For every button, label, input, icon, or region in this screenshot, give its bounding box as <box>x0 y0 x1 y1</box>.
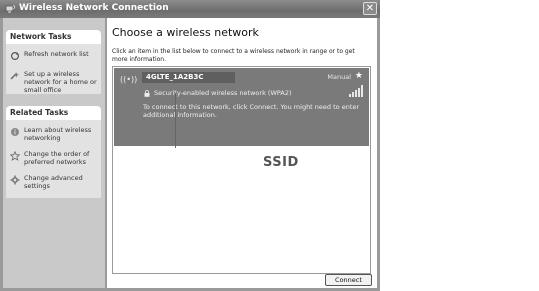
main-panel: Choose a wireless network Click an item … <box>107 18 377 288</box>
network-tasks-box: Refresh network list Set up a wireless n… <box>6 44 101 94</box>
close-button[interactable]: ✕ <box>363 2 377 15</box>
task-label: Change the order of preferred networks <box>24 150 90 166</box>
wireless-network-icon <box>5 4 15 13</box>
change-network-order-task[interactable]: Change the order of preferred networks <box>10 150 100 166</box>
network-description: To connect to this network, click Connec… <box>143 103 360 119</box>
help-icon: i <box>11 128 19 137</box>
task-label: Refresh network list <box>24 50 89 58</box>
network-item-selected[interactable]: ((•)) 4GLTE_1A2B3C Manual ★ Security-ena… <box>114 68 369 146</box>
network-ssid: 4GLTE_1A2B3C <box>146 73 204 81</box>
instructions-text: Click an item in the list below to conne… <box>112 48 355 63</box>
star-icon: ★ <box>354 71 363 81</box>
ssid-callout: SSID <box>263 155 299 170</box>
window-title: Wireless Network Connection <box>19 3 169 13</box>
setup-wireless-network-task[interactable]: Set up a wireless network for a home or … <box>10 70 100 94</box>
signal-strength-icon <box>349 85 363 97</box>
page-title: Choose a wireless network <box>112 26 259 39</box>
star-outline-icon <box>10 151 20 161</box>
title-bar[interactable]: Wireless Network Connection ✕ <box>0 0 380 18</box>
callout-line <box>175 93 176 148</box>
svg-text:i: i <box>14 129 16 137</box>
network-list[interactable]: ((•)) 4GLTE_1A2B3C Manual ★ Security-ena… <box>112 66 371 274</box>
task-pane: Network Tasks Refresh network list Set u… <box>3 18 105 288</box>
connection-mode: Manual <box>327 73 351 81</box>
related-tasks-box: i Learn about wireless networking Change… <box>6 120 101 198</box>
task-label: Set up a wireless network for a home or … <box>24 70 97 94</box>
task-label: Learn about wireless networking <box>24 126 92 142</box>
learn-wireless-networking-task[interactable]: i Learn about wireless networking <box>10 126 100 142</box>
setup-wizard-icon <box>10 72 19 80</box>
change-advanced-settings-task[interactable]: Change advanced settings <box>10 174 100 190</box>
related-tasks-heading: Related Tasks <box>6 106 101 120</box>
refresh-icon <box>10 51 20 61</box>
antenna-icon: ((•)) <box>120 75 138 84</box>
lock-icon <box>144 90 150 97</box>
task-label: Change advanced settings <box>24 174 83 190</box>
refresh-network-list-task[interactable]: Refresh network list <box>10 50 100 61</box>
network-tasks-heading: Network Tasks <box>6 30 101 44</box>
ssid-field: 4GLTE_1A2B3C <box>142 72 235 83</box>
settings-icon <box>10 175 20 185</box>
wireless-network-window: Wireless Network Connection ✕ Network Ta… <box>0 0 380 291</box>
connect-button[interactable]: Connect <box>325 274 372 286</box>
